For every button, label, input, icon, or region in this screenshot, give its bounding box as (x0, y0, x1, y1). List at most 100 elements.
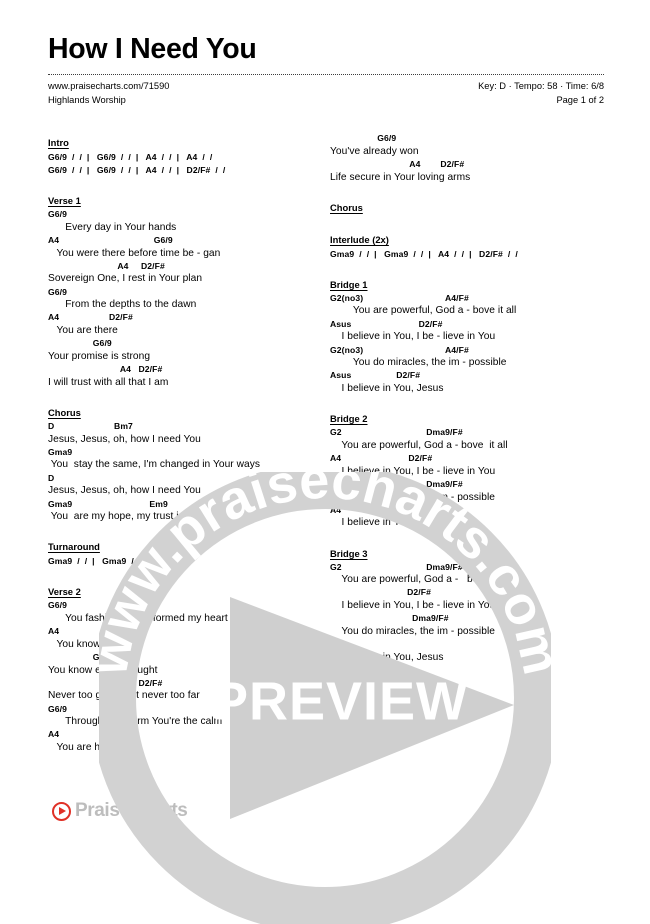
lyric-group: Asus D2/F# I believe in You, I be - liev… (330, 319, 604, 344)
section: Verse 1 G6/9 Every day in Your hands A4 G6… (48, 191, 322, 389)
section: Bridge 2 G2 Dma9/F# You are powerful, God… (330, 409, 604, 529)
section: Chorus D Bm7 Jesus, Jesus, oh, how I need … (48, 403, 322, 523)
section-heading: Bridge 1 (330, 278, 368, 290)
song-meta: Key: D · Tempo: 58 · Time: 6/8 (478, 81, 604, 92)
chord-row: D2/F# (330, 587, 432, 598)
chord-row: A4 G6/9 (48, 234, 173, 245)
section-heading: Turnaround (48, 541, 100, 553)
header-divider (48, 74, 604, 76)
source-url: www.praisecharts.com/71590 (48, 81, 170, 92)
lyric-group: G6/9 Through the storm You're the calm (48, 704, 322, 729)
chord-line: G6/9 / / | G6/9 / / | A4 / / | A4 / / (48, 152, 213, 163)
chord-row: G6/9 (330, 133, 397, 144)
chord-line: Gma9 / / | Gma9 / / | A4 / / | D2/F# / / (330, 248, 518, 259)
lyric-row: You've already won (330, 145, 419, 157)
section: Verse 2 G6/9 You fashioned me, formed my … (48, 582, 322, 754)
chord-line: Gma9 / / | A / / | Bm / / (330, 691, 449, 702)
chord-row: Gma9 (48, 446, 73, 457)
lyric-group: G2(no3) A4/F# You are powerful, God a - … (330, 293, 604, 318)
section: Chorus (330, 198, 604, 216)
lyric-row: You fashioned me, formed my heart (48, 612, 228, 624)
lyric-row: You do miracles, the im - possible (330, 357, 507, 369)
section-heading: Chorus (330, 201, 363, 213)
chord-row: G6/9 (48, 651, 112, 662)
lyric-row: From the depths to the dawn (48, 299, 197, 311)
lyric-row: You know every thought (48, 664, 158, 676)
chord-row: D (48, 472, 55, 483)
lyric-group: G2 Dma9/F# You do miracles, the im - pos… (330, 479, 604, 504)
lyric-group: G2(no3) A4/F# You do miracles, the im - … (330, 345, 604, 370)
lyric-group: G2 Dma9/F# You are powerful, God a - bov… (330, 427, 604, 452)
lyric-row: You know my soul (48, 638, 139, 650)
lyric-row: You are powerful, God a - bove it all (330, 305, 517, 317)
lyric-row: I believe in You, I be - lieve in You (330, 600, 496, 612)
chord-line: Gma9 / / | A / / | Bm / / (330, 678, 449, 689)
lyric-group: A4 D2/F# Sovereign One, I rest in Your pl… (48, 261, 322, 286)
chord-chart-page: How I Need You www.praisecharts.com/7159… (0, 0, 650, 850)
page-number: Page 1 of 2 (556, 94, 604, 105)
lyric-row: Through the storm You're the calm (48, 716, 223, 728)
lyric-group: Gma9 You stay the same, I'm changed in Y… (48, 447, 322, 472)
lyric-group: A4 D2/F# You are there (48, 312, 322, 337)
lyric-group: A4 D2/F# You know my soul (48, 626, 322, 651)
lyric-group: Dma9/F# You do miracles, the im - possib… (330, 613, 604, 638)
lyric-group: G6/9 You know every thought (48, 652, 322, 677)
lyric-row: You were there before time be - gan (48, 247, 221, 259)
section: Interlude (2x) Gma9 / / | Gma9 / / | A4 /… (330, 230, 604, 261)
section-heading: Bridge 3 (330, 547, 368, 559)
chord-row: G6/9 (48, 600, 68, 611)
lyric-row: I believe in You, Jesus (330, 382, 444, 394)
lyric-group: A4 D2/F# I will trust with all that I am (48, 364, 322, 389)
lyric-group: D Bm7 Jesus, Jesus, oh, how I need You (48, 421, 322, 446)
chord-row: G6/9 (48, 338, 112, 349)
play-icon (52, 801, 71, 821)
section-heading: Intro (48, 137, 69, 149)
artist-name: Highlands Worship (48, 94, 126, 105)
lyric-group: G6/9 You've already won (330, 133, 604, 158)
left-column: Intro G6/9 / / | G6/9 / / | A4 / / | A4 /… (48, 133, 322, 756)
chord-row: G2 Dma9/F# (330, 427, 463, 438)
chord-row: G6/9 (48, 286, 68, 297)
chord-row: D Bm7 (48, 420, 133, 431)
header-info: www.praisecharts.com/71590 Highlands Wor… (48, 80, 604, 107)
lyric-group: D2/F# I believe in You, I be - lieve in … (330, 587, 604, 612)
section: Bridge 3 G2 Dma9/F# You are powerful, God… (330, 544, 604, 664)
right-column: G6/9 You've already won A4 D2/F# Life secu… (330, 133, 604, 756)
lyric-row: You are here (48, 742, 116, 754)
lyric-row: I believe in You, Jesus (330, 651, 444, 663)
chord-row: A4 D2/F# (48, 677, 163, 688)
lyric-group: G6/9 Every day in Your hands (48, 209, 322, 234)
section: Intro G6/9 / / | G6/9 / / | A4 / / | A4 /… (48, 133, 322, 177)
chord-row: A4 D2/F# (48, 626, 141, 637)
chord-row: G2 Dma9/F# (330, 478, 463, 489)
chord-row: A4 D2/F# (330, 453, 433, 464)
chord-row: Asus D2/F# (330, 370, 421, 381)
chord-row (330, 639, 604, 651)
chart-columns: Intro G6/9 / / | G6/9 / / | A4 / / | A4 /… (48, 133, 604, 756)
lyric-row: Never too great, but never too far (48, 690, 200, 702)
section: Bridge 1 G2(no3) A4/F# You are powerful, … (330, 275, 604, 395)
lyric-row: You are my hope, my trust is in Your wor… (48, 511, 244, 523)
lyric-row: I believe in You, I be - lieve in You (330, 331, 496, 343)
chord-row: Dma9/F# (330, 613, 449, 624)
section-heading: Chorus (48, 406, 81, 418)
section-heading: Interlude (2x) (330, 233, 389, 245)
chord-row: A4 D2/F# (48, 364, 163, 375)
lyric-row: Every day in Your hands (48, 221, 177, 233)
praisecharts-logo: PraiseCharts (52, 800, 188, 822)
chord-row: G2 Dma9/F# (330, 561, 463, 572)
lyric-group: I believe in You, Jesus (330, 639, 604, 664)
chord-row: Asus D2/F# (330, 318, 443, 329)
section-heading: Verse 1 (48, 195, 81, 207)
section: Turnaround Gma9 / / | Gma9 / / (48, 537, 322, 568)
lyric-row: Your promise is strong (48, 350, 151, 362)
chord-row: G2(no3) A4/F# (330, 344, 469, 355)
lyric-group: G6/9 From the depths to the dawn (48, 287, 322, 312)
page-title: How I Need You (48, 33, 257, 65)
lyric-group: A4 G6/9 You were there before time be - … (48, 235, 322, 260)
lyric-group: A4 D2/F# Life secure in Your loving arms (330, 159, 604, 184)
chord-row: A4 D2/F# (48, 312, 133, 323)
lyric-row: You do miracles, the im - possible (330, 491, 495, 503)
chord-line: Gma9 / / | Gma9 / / (48, 556, 142, 567)
section-heading: Verse 2 (48, 586, 81, 598)
